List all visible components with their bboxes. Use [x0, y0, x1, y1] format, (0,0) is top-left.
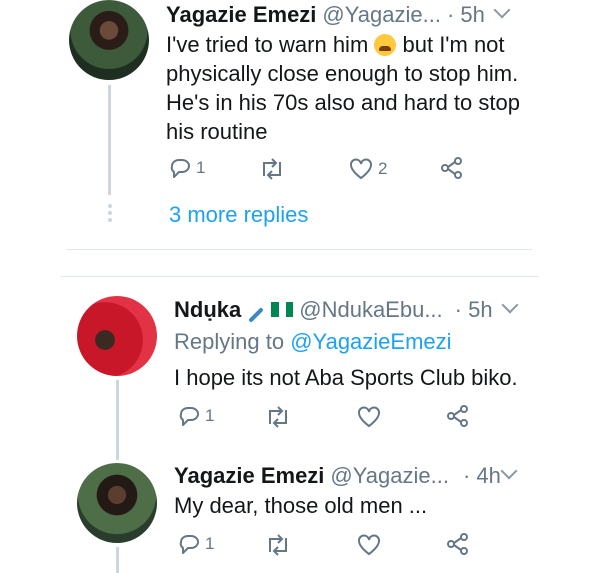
weary-face-emoji	[374, 34, 397, 56]
retweet-button[interactable]	[264, 534, 296, 556]
thread-dots	[108, 204, 112, 225]
chevron-down-icon[interactable]	[500, 462, 518, 480]
user-handle[interactable]: @Yagazie...	[322, 2, 441, 28]
display-name[interactable]: Ndụka	[174, 297, 241, 323]
display-name[interactable]: Yagazie Emezi	[166, 2, 316, 28]
share-button[interactable]	[446, 532, 470, 556]
tweet-text: My dear, those old men ...	[174, 493, 428, 518]
tweet-text: I've tried to warn him but I'm not physi…	[166, 32, 520, 144]
reply-icon	[170, 159, 190, 178]
retweet-button[interactable]	[258, 158, 290, 180]
thread-line	[108, 85, 111, 195]
like-button[interactable]	[356, 405, 386, 429]
divider	[60, 276, 538, 277]
reply-count: 1	[205, 406, 215, 425]
retweet-icon	[269, 406, 287, 428]
timestamp[interactable]: · 5h	[455, 297, 493, 323]
thread-line	[116, 380, 119, 460]
chevron-down-icon[interactable]	[501, 296, 519, 314]
nigeria-flag-emoji	[271, 302, 294, 317]
divider	[66, 249, 532, 250]
display-name[interactable]: Yagazie Emezi	[174, 463, 324, 489]
avatar[interactable]	[69, 0, 149, 80]
avatar[interactable]	[77, 463, 157, 543]
reply-button[interactable]: 1	[177, 405, 214, 427]
mention-link[interactable]: @YagazieEmezi	[290, 329, 451, 354]
reply-button[interactable]: 1	[168, 157, 205, 179]
tweet-header: Ndụka @NdukaEbu... · 5h	[174, 297, 493, 323]
more-replies-link[interactable]: 3 more replies	[169, 202, 308, 228]
avatar[interactable]	[77, 296, 157, 376]
share-button[interactable]	[446, 404, 470, 428]
user-handle[interactable]: @Yagazie...	[330, 463, 449, 489]
chevron-down-icon[interactable]	[493, 1, 511, 19]
like-count: 2	[378, 159, 388, 178]
share-button[interactable]	[440, 156, 464, 180]
heart-icon	[350, 158, 372, 180]
heart-icon	[358, 406, 380, 428]
replying-to: Replying to @YagazieEmezi	[174, 329, 452, 354]
tweet-header: Yagazie Emezi @Yagazie... · 5h	[166, 2, 485, 28]
share-icon	[447, 533, 468, 555]
share-icon	[441, 157, 462, 179]
like-button[interactable]	[356, 533, 386, 557]
retweet-icon	[269, 534, 287, 556]
tweet-text: I hope its not Aba Sports Club biko.	[174, 365, 518, 390]
timestamp[interactable]: · 4h	[463, 463, 501, 489]
user-handle[interactable]: @NdukaEbu...	[299, 297, 442, 323]
tweet-header: Yagazie Emezi @Yagazie... · 4h	[174, 463, 501, 489]
reply-count: 1	[205, 534, 215, 553]
timestamp[interactable]: · 5h	[447, 2, 485, 28]
thread-line	[116, 547, 119, 573]
pen-emoji	[248, 307, 265, 323]
heart-icon	[358, 534, 380, 556]
reply-icon	[179, 407, 199, 426]
like-button[interactable]: 2	[348, 157, 387, 181]
reply-button[interactable]: 1	[177, 533, 214, 555]
reply-count: 1	[196, 158, 206, 177]
retweet-button[interactable]	[264, 406, 296, 428]
reply-icon	[179, 535, 199, 554]
share-icon	[447, 405, 468, 427]
retweet-icon	[263, 158, 281, 180]
